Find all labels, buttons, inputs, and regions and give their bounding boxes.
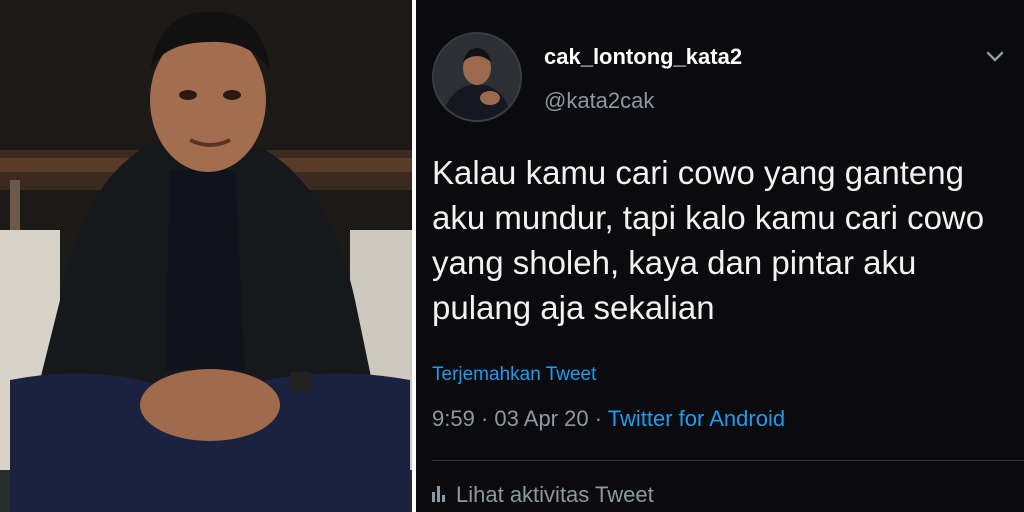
meta-separator: · (594, 406, 603, 431)
user-handle[interactable]: @kata2cak (544, 88, 654, 114)
translate-tweet-link[interactable]: Terjemahkan Tweet (432, 364, 596, 386)
divider (432, 460, 1024, 461)
bar-chart-icon (432, 482, 446, 508)
man-portrait-image (0, 0, 412, 512)
tweet-source-link[interactable]: Twitter for Android (608, 406, 785, 431)
tweet-card: cak_lontong_kata2 @kata2cak Kalau kamu c… (416, 0, 1024, 512)
avatar[interactable] (432, 32, 522, 122)
meta-separator: · (480, 406, 489, 431)
view-tweet-activity-button[interactable]: Lihat aktivitas Tweet (432, 482, 654, 508)
display-name[interactable]: cak_lontong_kata2 (544, 44, 742, 70)
profile-photo (0, 0, 412, 512)
tweet-text: Kalau kamu cari cowo yang ganteng aku mu… (432, 154, 985, 326)
chevron-down-icon[interactable] (982, 44, 1008, 70)
tweet-time: 9:59 (432, 406, 475, 431)
avatar-image (434, 34, 520, 120)
tweet-date: 03 Apr 20 (494, 406, 589, 431)
activity-label: Lihat aktivitas Tweet (456, 482, 654, 507)
tweet-metadata: 9:59 · 03 Apr 20 · Twitter for Android (432, 406, 785, 432)
